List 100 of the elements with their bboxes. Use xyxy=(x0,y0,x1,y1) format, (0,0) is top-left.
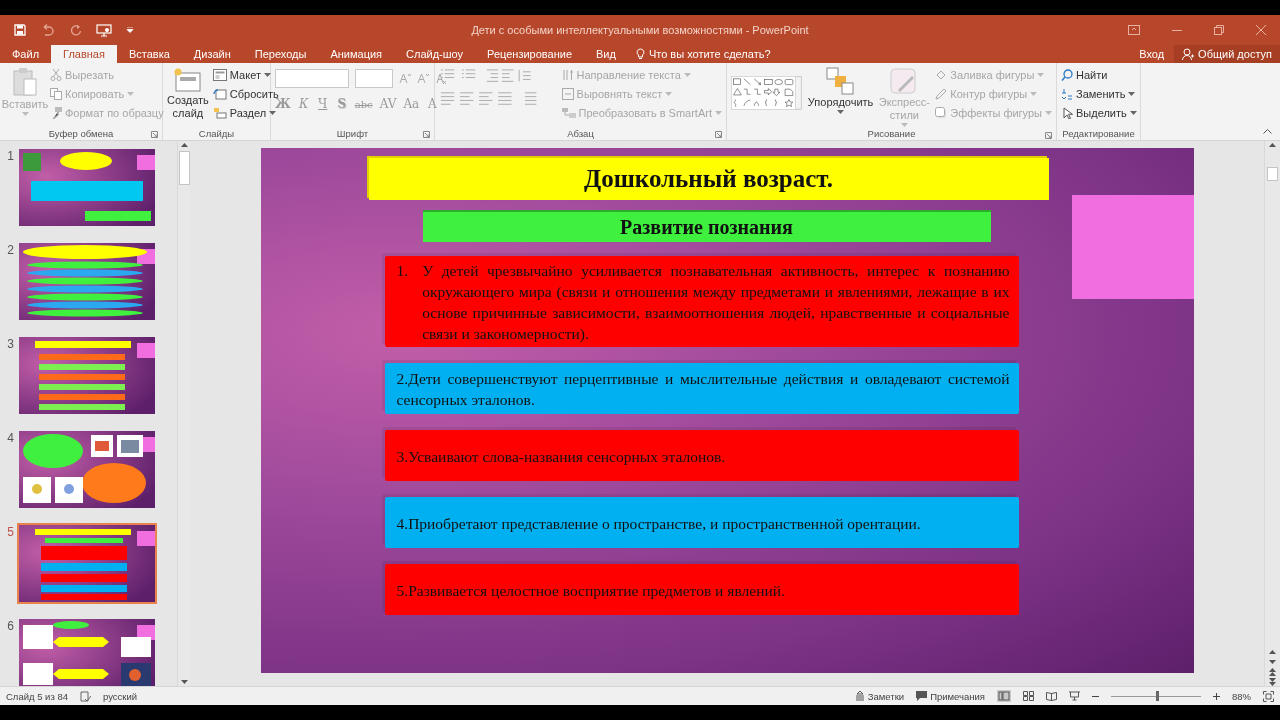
scrollbar-thumb[interactable] xyxy=(1267,167,1278,181)
zoom-level[interactable]: 88% xyxy=(1232,690,1251,702)
reset-icon xyxy=(212,88,227,100)
group-label: Буфер обмена xyxy=(48,127,114,139)
ribbon-tab[interactable]: Рецензирование xyxy=(475,45,585,63)
search-icon xyxy=(1061,69,1073,81)
slide-number: 5 xyxy=(6,525,14,539)
caret-icon xyxy=(1045,111,1052,115)
collapse-ribbon-icon[interactable] xyxy=(1263,128,1272,134)
spellcheck-icon[interactable] xyxy=(79,690,91,702)
caret-icon xyxy=(683,73,691,77)
ribbon-tab[interactable]: Слайд-шоу xyxy=(394,45,476,63)
caret-icon xyxy=(1030,92,1038,96)
ribbon-button[interactable]: Найти xyxy=(1061,67,1137,83)
redo-icon[interactable] xyxy=(70,24,82,36)
ribbon-tab[interactable]: Переходы xyxy=(242,45,319,63)
slide-number: 1 xyxy=(6,149,14,163)
fit-slide-icon[interactable] xyxy=(1263,690,1274,702)
fill-bucket-icon xyxy=(935,69,948,81)
slide-text: У детей чрезвычайно усиливается познавательная активность, интерес к познанию окружающего мира (связи и отношения между предметами и явлениями, лежащие в их основе причинные зависимости, взаимоотношения людей, нравственные и социальные связи и закономерности). xyxy=(422,261,1010,344)
smartart-icon xyxy=(561,107,576,119)
caret-icon xyxy=(263,73,271,77)
ribbon-tab[interactable]: Главная xyxy=(51,45,117,63)
notes-button[interactable]: Заметки xyxy=(854,690,905,702)
slide-thumbnail[interactable] xyxy=(17,147,157,228)
customize-caret-icon[interactable] xyxy=(126,27,134,33)
slide-thumbnail[interactable] xyxy=(17,617,157,686)
ribbon-tab[interactable]: Дизайн xyxy=(181,45,243,63)
copy-icon xyxy=(50,88,62,100)
slide-thumbnail[interactable] xyxy=(17,335,157,416)
ribbon-tab[interactable]: Вид xyxy=(584,45,628,63)
arrange-icon xyxy=(825,67,856,95)
slide-thumbnail[interactable] xyxy=(17,429,157,510)
slide-subtitle: Развитие познания xyxy=(422,212,991,242)
slide-text: 2.Дети совершенствуют перцептивные и мыслительные действия и овладевают системой сенсорных эталонов. xyxy=(396,369,1010,410)
ribbon-tab[interactable]: Файл xyxy=(0,45,52,63)
previous-slide-icon[interactable] xyxy=(1268,668,1277,676)
launcher-icon[interactable] xyxy=(151,131,158,138)
slide-icon xyxy=(172,67,203,93)
normal-view-icon[interactable] xyxy=(997,690,1011,702)
slide-number: 2 xyxy=(6,243,14,257)
save-icon[interactable] xyxy=(14,24,26,36)
scroll-down-icon[interactable] xyxy=(1268,658,1277,666)
caret-icon xyxy=(1128,92,1136,96)
launcher-icon[interactable] xyxy=(1045,132,1052,139)
language-label[interactable]: русский xyxy=(102,690,138,702)
caret-icon xyxy=(900,123,908,127)
list-number: 1. xyxy=(396,261,409,281)
caret-icon xyxy=(1037,73,1045,77)
section-icon xyxy=(212,107,227,119)
font-format-button[interactable]: abc xyxy=(354,98,373,110)
ribbon-tab[interactable]: Вставка xyxy=(116,45,182,63)
caret-icon xyxy=(127,92,135,96)
replace-icon xyxy=(1061,88,1073,100)
new-slide-button[interactable]: Создать слайд xyxy=(167,67,209,120)
close-icon[interactable] xyxy=(1256,25,1266,35)
scroll-up-icon[interactable] xyxy=(1268,648,1277,656)
scrollbar-thumb[interactable] xyxy=(178,151,190,185)
group-label: Рисование xyxy=(867,128,916,139)
pencil-icon xyxy=(935,88,948,100)
ribbon-button[interactable]: Выделить xyxy=(1061,105,1137,121)
comments-button[interactable]: Примечания xyxy=(916,690,985,702)
caret-icon xyxy=(1129,111,1137,115)
shape-effects-icon xyxy=(935,107,948,119)
ribbon-tab[interactable]: Анимация xyxy=(318,45,395,63)
text-direction-icon xyxy=(561,69,574,81)
paintbrush-icon xyxy=(50,107,62,119)
ribbon-display-icon[interactable] xyxy=(1128,25,1140,35)
slide-counter: Слайд 5 из 84 xyxy=(6,690,68,702)
presentation-icon[interactable] xyxy=(96,23,112,37)
group-label: Редактирование xyxy=(1062,127,1135,139)
slideshow-view-icon[interactable] xyxy=(1069,691,1080,701)
notes-icon xyxy=(854,691,865,701)
window-title: Дети с особыми интеллектуальными возможностями - PowerPoint xyxy=(471,24,809,36)
slide-thumbnail[interactable] xyxy=(17,241,157,322)
zoom-in-icon[interactable] xyxy=(1213,692,1220,700)
group-label: Шрифт xyxy=(336,127,369,139)
share-button[interactable]: Общий доступ xyxy=(1174,45,1280,63)
launcher-icon[interactable] xyxy=(423,131,430,138)
ribbon-button[interactable]: Заменить xyxy=(1061,86,1137,102)
caret-icon xyxy=(665,92,673,96)
font-name-field[interactable] xyxy=(275,68,349,88)
reading-view-icon[interactable] xyxy=(1046,691,1057,701)
arrange-button[interactable]: Упорядочить xyxy=(807,67,874,114)
zoom-thumb[interactable] xyxy=(1156,690,1159,701)
sorter-view-icon[interactable] xyxy=(1023,691,1034,701)
person-icon xyxy=(1182,48,1195,60)
font-size-field[interactable] xyxy=(355,68,393,88)
restore-icon[interactable] xyxy=(1214,25,1224,35)
caret-icon xyxy=(837,110,845,114)
tell-me-field[interactable]: Что вы хотите сделать? xyxy=(648,48,799,60)
layout-icon xyxy=(212,69,227,81)
sign-in-link[interactable]: Вход xyxy=(1139,45,1165,63)
align-text-icon xyxy=(561,88,574,100)
slide-thumbnail[interactable] xyxy=(17,523,157,604)
ribbon-button[interactable]: Макет xyxy=(212,67,279,83)
comment-icon xyxy=(916,691,928,701)
caret-icon xyxy=(269,111,277,115)
clipboard-icon xyxy=(12,67,38,97)
launcher-icon[interactable] xyxy=(715,131,722,138)
